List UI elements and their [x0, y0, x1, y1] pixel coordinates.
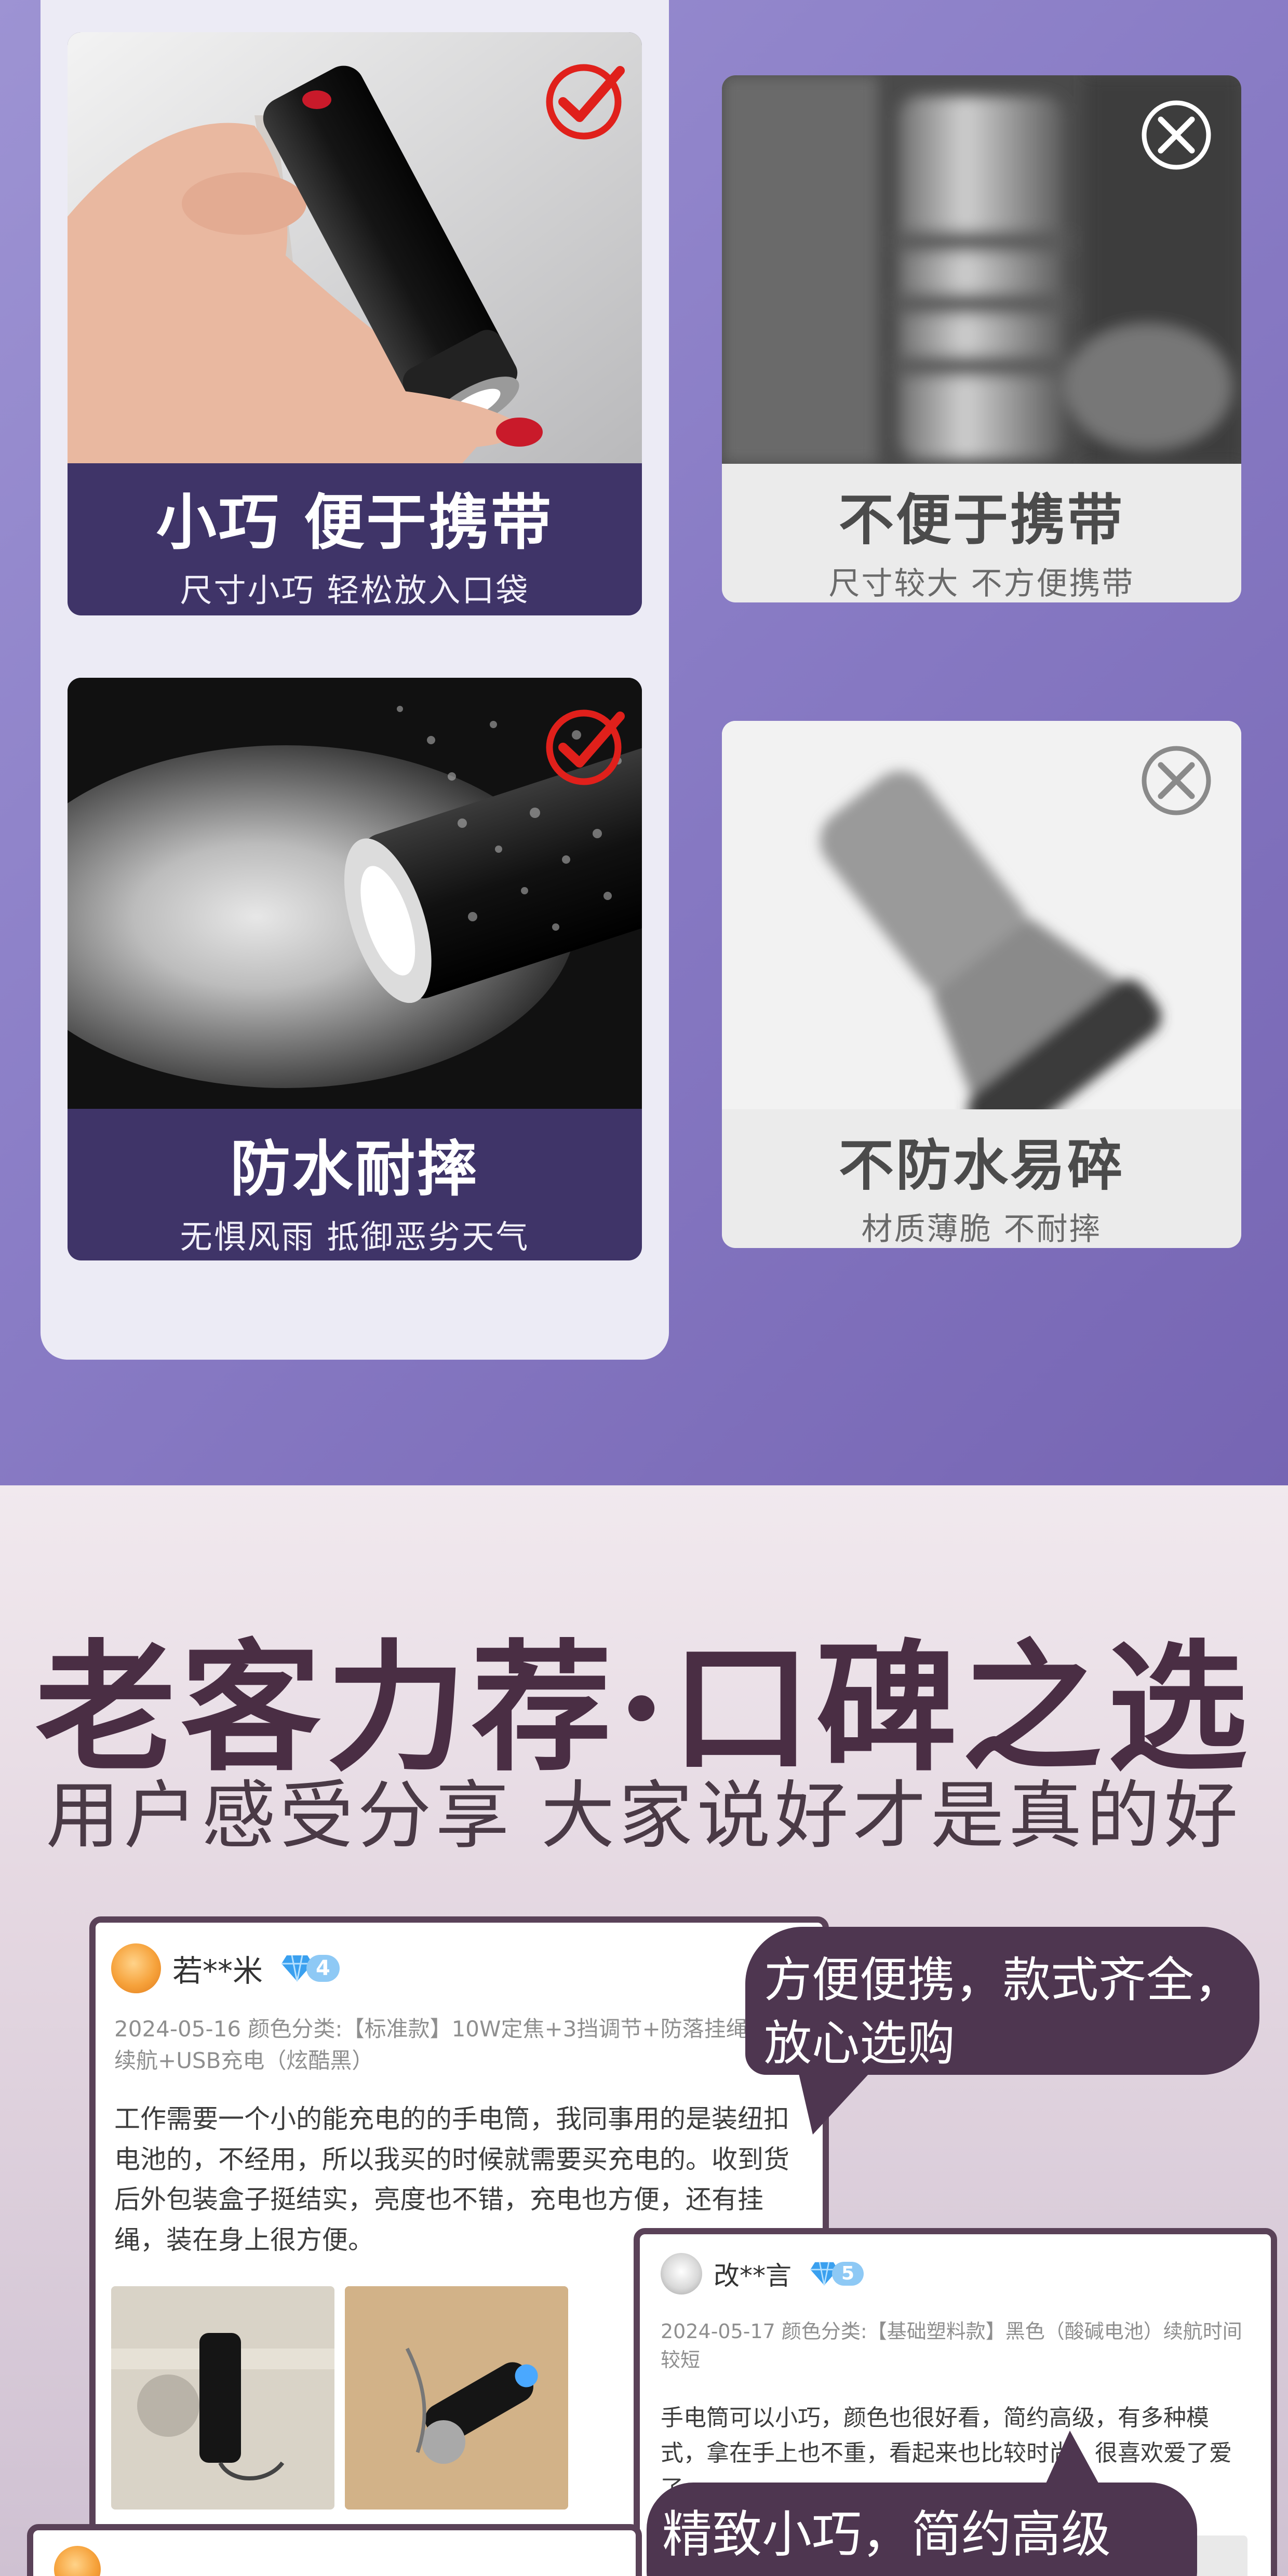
avatar: [661, 2253, 702, 2295]
review-meta: 2024-05-16 颜色分类:【标准款】10W定焦+3挡调节+防落挂绳+长续航…: [114, 2016, 788, 2073]
x-icon: [1142, 746, 1211, 815]
check-icon: [546, 64, 625, 140]
vip-badge: 4: [280, 1954, 340, 1982]
review-header: 改**言 5: [661, 2253, 864, 2295]
card-title: 不便于携带: [839, 488, 1124, 552]
card-title: 防水耐摔: [230, 1134, 479, 1204]
card-caption: 不防水易碎 材质薄脆 不耐摔: [722, 1121, 1241, 1248]
card-title: 小巧 便于携带: [156, 488, 554, 558]
review-photo: [345, 2286, 568, 2510]
bubble-text-line: 放心选购: [764, 2016, 956, 2071]
card-caption: 不便于携带 尺寸较大 不方便携带: [722, 475, 1241, 602]
review-card: [27, 2524, 642, 2576]
card-subtitle: 材质薄脆 不耐摔: [861, 1211, 1102, 1247]
x-icon: [1142, 100, 1211, 170]
card-caption: 防水耐摔 无惧风雨 抵御恶劣天气: [68, 1120, 642, 1257]
review-meta: 2024-05-17 颜色分类:【基础塑料款】黑色（酸碱电池）续航时间较短: [661, 2320, 1242, 2372]
quote-bubble: 方便便携，款式齐全， 放心选购: [745, 1927, 1259, 2075]
quote-bubble: 精致小巧，简约高级: [647, 2483, 1197, 2576]
vip-badge: 5: [809, 2261, 864, 2286]
avatar: [54, 2546, 101, 2576]
card-title: 不防水易碎: [839, 1134, 1124, 1198]
section-subheadline: 用户感受分享 大家说好才是真的好: [46, 1773, 1242, 1859]
bubble-tail: [1044, 2431, 1101, 2488]
good-card-waterproof: 防水耐摔 无惧风雨 抵御恶劣天气: [68, 678, 642, 1260]
review-header: 若**米 4: [111, 1943, 340, 1993]
reviewer-name: 若**米: [172, 1953, 263, 1989]
card-subtitle: 无惧风雨 抵御恶劣天气: [180, 1218, 530, 1256]
check-icon: [546, 709, 625, 785]
bad-card-bulky: 不便于携带 尺寸较大 不方便携带: [722, 75, 1241, 602]
vip-level: 4: [306, 1955, 340, 1982]
card-caption: 小巧 便于携带 尺寸小巧 轻松放入口袋: [68, 474, 642, 611]
bad-card-fragile: 不防水易碎 材质薄脆 不耐摔: [722, 721, 1241, 1248]
reviewer-name: 改**言: [714, 2261, 791, 2291]
avatar: [111, 1943, 161, 1993]
review-photo: [111, 2286, 334, 2510]
testimonials-section: 老客力荐·口碑之选 用户感受分享 大家说好才是真的好 若**米 4 2024-0…: [0, 1485, 1288, 2576]
bubble-text-line: 方便便携，款式齐全，: [764, 1952, 1242, 2008]
good-card-portable: 小巧 便于携带 尺寸小巧 轻松放入口袋: [68, 32, 642, 615]
bubble-tail: [797, 2067, 875, 2135]
card-subtitle: 尺寸较大 不方便携带: [828, 566, 1135, 602]
card-subtitle: 尺寸小巧 轻松放入口袋: [180, 571, 530, 609]
bubble-text-line: 精致小巧，简约高级: [662, 2505, 1111, 2564]
vip-level: 5: [832, 2261, 864, 2286]
comparison-section: 小巧 便于携带 尺寸小巧 轻松放入口袋 防水耐摔 无惧风雨 抵御恶劣天气 不便于…: [0, 0, 1288, 1485]
